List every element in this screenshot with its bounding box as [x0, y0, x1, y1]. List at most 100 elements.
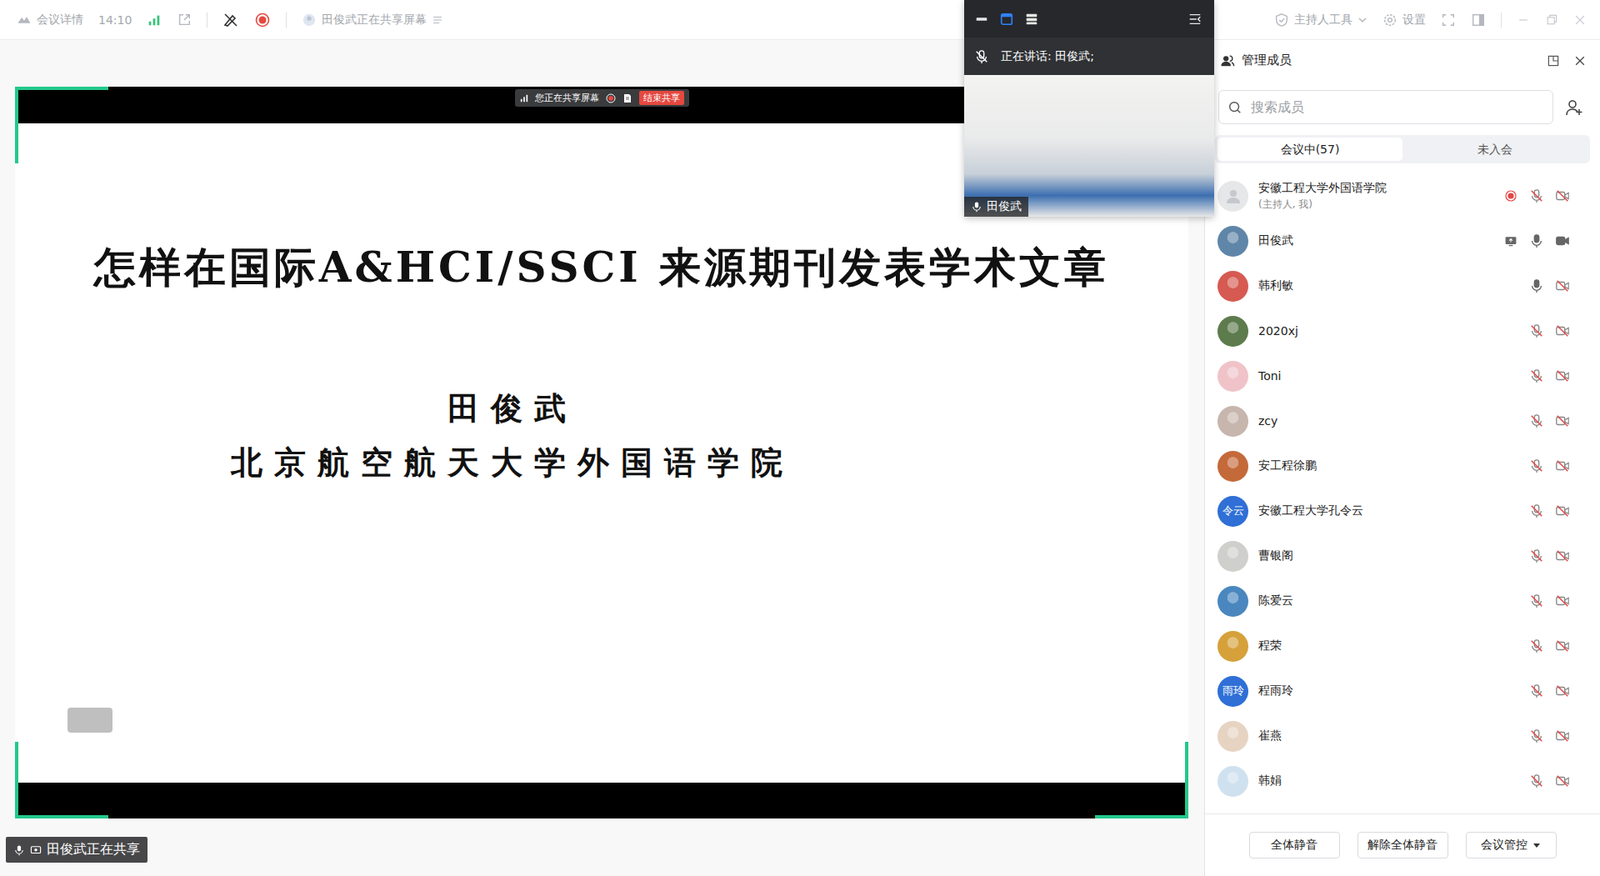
member-name: 田俊武: [1258, 233, 1498, 249]
fullscreen-icon[interactable]: [1440, 12, 1456, 28]
separator: [206, 12, 208, 28]
search-input[interactable]: [1249, 98, 1545, 116]
member-tab[interactable]: 会议中(57): [1217, 137, 1403, 161]
sharing-status[interactable]: 田俊武正在共享屏幕: [301, 12, 444, 28]
single-view-icon[interactable]: [999, 11, 1015, 27]
mic-muted-icon[interactable]: [974, 49, 990, 65]
member-name: 韩娟: [1258, 773, 1498, 789]
mic-muted-icon[interactable]: [1529, 593, 1545, 609]
member-name: 陈爱云: [1258, 593, 1498, 609]
member-avatar: [1217, 360, 1249, 392]
collapse-panel-icon[interactable]: [1187, 11, 1203, 27]
member-row[interactable]: 陈爱云: [1205, 578, 1600, 624]
panel-button[interactable]: 解除全体静音: [1357, 831, 1449, 859]
camera-off-icon[interactable]: [1555, 638, 1570, 654]
mic-muted-icon[interactable]: [1529, 323, 1545, 339]
member-row[interactable]: 雨玲程雨玲: [1205, 668, 1600, 714]
mic-icon[interactable]: [1529, 233, 1545, 249]
member-avatar: [1217, 225, 1249, 257]
meeting-info-button[interactable]: 会议详情: [16, 12, 84, 28]
mic-muted-icon[interactable]: [1529, 458, 1545, 474]
camera-off-icon[interactable]: [1555, 503, 1570, 519]
video-window[interactable]: 正在讲话: 田俊武;田俊武: [964, 0, 1215, 217]
member-avatar: [1217, 630, 1249, 662]
member-name: 2020xj: [1258, 324, 1498, 338]
restore-icon[interactable]: [1545, 13, 1559, 27]
mic-muted-icon[interactable]: [1529, 188, 1545, 204]
separator: [285, 12, 287, 28]
member-avatar: 雨玲: [1217, 675, 1249, 707]
camera-off-icon[interactable]: [1555, 458, 1570, 474]
signal-icon[interactable]: [146, 12, 162, 28]
invite-member-icon[interactable]: [1565, 98, 1584, 117]
camera-icon[interactable]: [1555, 233, 1570, 249]
camera-off-icon[interactable]: [1555, 683, 1570, 699]
popout-icon[interactable]: [1546, 54, 1560, 68]
stop-share-button[interactable]: 结束共享: [639, 90, 685, 105]
mic-icon[interactable]: [1529, 278, 1545, 294]
mic-muted-icon[interactable]: [1529, 638, 1545, 654]
camera-off-icon[interactable]: [1555, 773, 1570, 789]
sidebar-icon[interactable]: [1470, 12, 1486, 28]
avatar-photo: [1217, 225, 1249, 257]
share-status-text: 您正在共享屏幕: [535, 91, 600, 105]
close-icon[interactable]: [1573, 54, 1587, 68]
settings-button[interactable]: 设置: [1382, 12, 1426, 28]
member-row[interactable]: 田俊武: [1205, 218, 1600, 264]
camera-off-icon[interactable]: [1555, 413, 1570, 429]
slide-content: 怎样在国际A&HCI/SSCI 来源期刊发表学术文章田俊武北京航空航天大学外国语…: [15, 123, 1189, 783]
panel-button[interactable]: 全体静音: [1249, 831, 1340, 859]
list-view-icon[interactable]: [1024, 11, 1040, 27]
mic-muted-icon[interactable]: [1529, 368, 1545, 384]
mic-muted-icon[interactable]: [1529, 683, 1545, 699]
close-window-icon[interactable]: [1573, 13, 1587, 27]
host-tools-button[interactable]: 主持人工具: [1274, 12, 1368, 28]
record-icon[interactable]: [605, 93, 616, 104]
camera-off-icon[interactable]: [1555, 548, 1570, 564]
member-row[interactable]: 令云安徽工程大学孔令云: [1205, 488, 1600, 534]
slide-affiliation: 北京航空航天大学外国语学院: [230, 441, 795, 484]
member-row[interactable]: 韩利敏: [1205, 263, 1600, 309]
sharing-badge: 田俊武正在共享: [5, 836, 148, 863]
search-field[interactable]: [1218, 90, 1554, 125]
member-row[interactable]: 安工程徐鹏: [1205, 443, 1600, 489]
member-row[interactable]: 韩娟: [1205, 758, 1600, 804]
share-frame-corner: [15, 741, 109, 819]
member-row[interactable]: 崔燕: [1205, 713, 1600, 759]
member-avatar: 令云: [1217, 495, 1249, 527]
avatar-photo: [1217, 315, 1249, 347]
camera-off-icon[interactable]: [1555, 593, 1570, 609]
mic-muted-icon[interactable]: [1529, 413, 1545, 429]
signal-icon: [520, 94, 529, 103]
mic-muted-icon[interactable]: [1529, 728, 1545, 744]
member-avatar: [1217, 585, 1249, 617]
minimize-video-icon[interactable]: [974, 11, 990, 27]
mic-icon: [970, 200, 983, 213]
camera-off-icon[interactable]: [1555, 188, 1570, 204]
document-icon[interactable]: [622, 93, 633, 104]
camera-off-icon[interactable]: [1555, 278, 1570, 294]
top-bar: 会议详情14:10田俊武正在共享屏幕主持人工具设置: [0, 0, 1600, 40]
speaking-indicator: 正在讲话: 田俊武;: [964, 37, 1215, 75]
member-row[interactable]: 程荣: [1205, 623, 1600, 669]
record-icon[interactable]: [254, 11, 271, 29]
mic-muted-icon[interactable]: [1529, 548, 1545, 564]
slide-mark: [67, 707, 113, 733]
panel-header: 管理成员: [1205, 40, 1600, 81]
video-window-header: [964, 0, 1215, 38]
member-row[interactable]: 安徽工程大学外国语学院(主持人, 我): [1205, 173, 1600, 219]
member-row[interactable]: 曹银阁: [1205, 533, 1600, 579]
camera-off-icon[interactable]: [1555, 728, 1570, 744]
camera-off-icon[interactable]: [1555, 368, 1570, 384]
member-row[interactable]: 2020xj: [1205, 308, 1600, 354]
member-tab[interactable]: 未入会: [1402, 137, 1588, 161]
panel-button[interactable]: 会议管控: [1465, 831, 1557, 859]
camera-off-icon[interactable]: [1555, 323, 1570, 339]
popout-icon[interactable]: [176, 12, 192, 28]
minimize-icon[interactable]: [1516, 13, 1530, 27]
mic-muted-icon[interactable]: [1529, 773, 1545, 789]
annotate-icon[interactable]: [222, 11, 240, 29]
member-row[interactable]: zcy: [1205, 398, 1600, 444]
member-row[interactable]: Toni: [1205, 353, 1600, 399]
mic-muted-icon[interactable]: [1529, 503, 1545, 519]
